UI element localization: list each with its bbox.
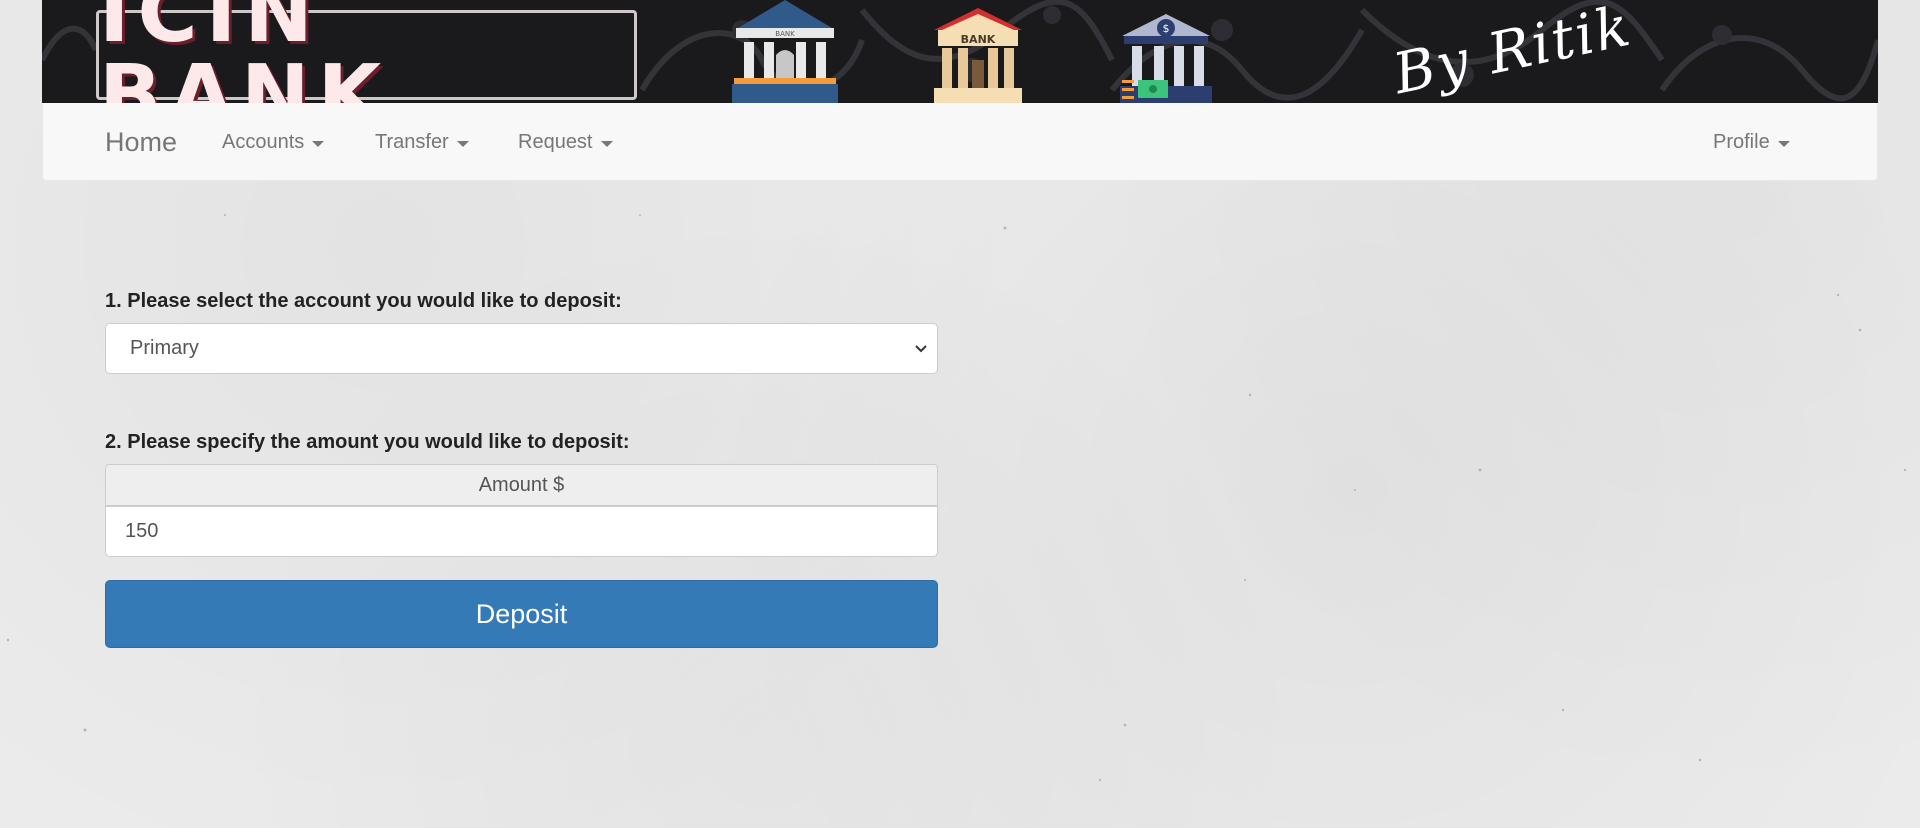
caret-down-icon: [456, 140, 469, 147]
nav-request-label: Request: [518, 131, 593, 153]
bank-icon-label: BANK: [775, 30, 795, 38]
bank-icon-text: BANK: [961, 33, 996, 46]
nav-request-dropdown[interactable]: Request: [518, 131, 613, 154]
amount-addon: Amount $: [105, 464, 938, 506]
caret-down-icon: [600, 140, 613, 147]
bank-building-icon: BANK: [732, 0, 838, 103]
svg-text:$: $: [1163, 22, 1170, 35]
account-select-label: 1. Please select the account you would l…: [105, 290, 622, 312]
nav-home-link[interactable]: Home: [105, 127, 177, 158]
nav-transfer-label: Transfer: [375, 131, 449, 153]
logo-text: ICIN BANK: [99, 0, 390, 103]
deposit-button[interactable]: Deposit: [105, 580, 938, 648]
bank-icon: BANK: [934, 8, 1022, 103]
amount-label: 2. Please specify the amount you would l…: [105, 431, 630, 453]
account-select[interactable]: Primary: [105, 323, 938, 374]
account-select-value: Primary: [130, 337, 199, 359]
bank-logo[interactable]: ICIN BANK: [96, 0, 637, 103]
amount-input-value: 150: [125, 520, 159, 542]
header-banner: ICIN BANK BANK BANK $ By Ritik: [42, 0, 1878, 103]
bank-money-icon: $: [1120, 14, 1212, 103]
nav-accounts-label: Accounts: [222, 131, 305, 153]
chevron-down-icon: [915, 345, 927, 353]
nav-profile-dropdown[interactable]: Profile: [1713, 131, 1790, 154]
main-navbar: Home Accounts Transfer Request Profile: [42, 103, 1878, 181]
caret-down-icon: [1777, 140, 1790, 147]
nav-transfer-dropdown[interactable]: Transfer: [375, 131, 469, 154]
amount-input[interactable]: 150: [105, 506, 938, 557]
caret-down-icon: [312, 140, 325, 147]
nav-accounts-dropdown[interactable]: Accounts: [222, 131, 325, 154]
nav-profile-label: Profile: [1713, 131, 1770, 153]
